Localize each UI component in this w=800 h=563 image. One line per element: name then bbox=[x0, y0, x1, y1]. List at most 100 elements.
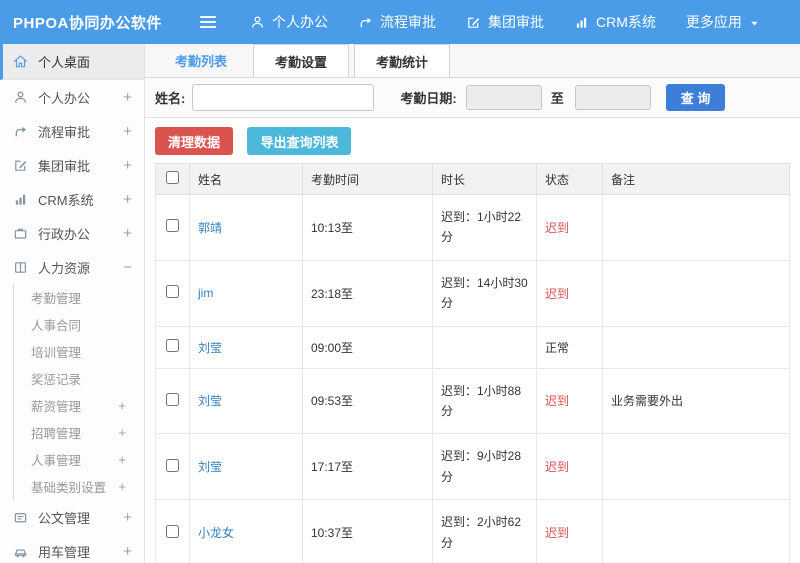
sidebar-item-6[interactable]: 行政办公 + bbox=[0, 216, 144, 250]
table-body: 郭靖 10:13至 迟到：1小时22分 迟到 jim 23:18至 迟到：14小时30分 迟到… bbox=[155, 194, 790, 563]
top-menu-label: 更多应用 bbox=[685, 14, 742, 30]
row-checkbox[interactable] bbox=[166, 339, 179, 353]
employee-name-link[interactable]: jim bbox=[198, 286, 213, 300]
select-all-checkbox[interactable] bbox=[166, 171, 179, 184]
sidebar-subitem-5[interactable]: 薪资管理 + bbox=[14, 392, 144, 419]
row-checkbox[interactable] bbox=[166, 524, 179, 538]
sidebar-item-8[interactable]: 公文管理 + bbox=[0, 500, 144, 534]
duration-cell: 迟到：9小时28分 bbox=[432, 433, 537, 501]
sidebar-item-2[interactable]: 个人办公 + bbox=[0, 80, 144, 114]
attendance-time-cell: 09:00至 bbox=[302, 325, 433, 369]
top-menu-item-2[interactable]: 流程审批 bbox=[358, 12, 436, 32]
sidebar-subitem-3[interactable]: 培训管理 bbox=[14, 338, 144, 365]
app-window: PHPOA协同办公软件 个人办公 流程审批 集团审批 CRM系统 更多应用 个人桌面 个人… bbox=[0, 0, 800, 563]
sidebar-item-7[interactable]: 人力资源 − bbox=[0, 250, 144, 284]
sidebar-subitem-6[interactable]: 招聘管理 + bbox=[14, 419, 144, 446]
user-icon bbox=[250, 15, 265, 30]
top-menu-label: CRM系统 bbox=[596, 14, 656, 30]
attendance-table: 姓名 考勤时间 时长 状态 备注 郭靖 10:13至 迟到：1小时22分 迟到 jim 23:18… bbox=[155, 163, 790, 563]
tab-2[interactable]: 考勤设置 bbox=[253, 44, 350, 77]
app-logo[interactable]: PHPOA协同办公软件 bbox=[0, 12, 188, 33]
table-row: 刘莹 17:17至 迟到：9小时28分 迟到 bbox=[155, 433, 790, 501]
workflow-icon bbox=[13, 124, 29, 139]
note-cell bbox=[602, 325, 790, 369]
expand-toggle-icon[interactable]: + bbox=[118, 479, 126, 494]
expand-toggle-icon[interactable]: + bbox=[118, 425, 126, 440]
row-checkbox[interactable] bbox=[166, 285, 179, 299]
sidebar-subitem-label: 人事合同 bbox=[31, 319, 82, 333]
name-filter-label: 姓名: bbox=[155, 91, 186, 106]
top-menu-label: 个人办公 bbox=[272, 14, 328, 30]
row-checkbox[interactable] bbox=[166, 392, 179, 406]
employee-name-link[interactable]: 刘莹 bbox=[198, 394, 222, 408]
sidebar: 个人桌面 个人办公 + 流程审批 + 集团审批 + CRM系统 + 行政办公 + 人力资源 − 考勤管理人… bbox=[0, 44, 145, 563]
tab-1[interactable]: 考勤列表 bbox=[154, 44, 248, 77]
sidebar-subitem-8[interactable]: 基础类别设置 + bbox=[14, 473, 144, 500]
name-filter-input[interactable] bbox=[192, 84, 375, 111]
sidebar-subitem-4[interactable]: 奖惩记录 bbox=[14, 365, 144, 392]
attendance-time-cell: 23:18至 bbox=[302, 259, 433, 327]
sidebar-item-label: CRM系统 bbox=[38, 192, 94, 208]
employee-name-link[interactable]: 刘莹 bbox=[198, 341, 222, 355]
sidebar-item-1[interactable]: 个人桌面 bbox=[0, 44, 144, 80]
sidebar-item-4[interactable]: 集团审批 + bbox=[0, 148, 144, 182]
top-menu-item-1[interactable]: 个人办公 bbox=[250, 12, 328, 32]
top-menu-item-3[interactable]: 集团审批 bbox=[466, 12, 544, 32]
top-navbar: PHPOA协同办公软件 个人办公 流程审批 集团审批 CRM系统 更多应用 bbox=[0, 0, 800, 44]
export-list-button[interactable]: 导出查询列表 bbox=[247, 127, 352, 155]
duration-cell: 迟到：1小时88分 bbox=[432, 367, 537, 435]
sidebar-item-label: 人力资源 bbox=[38, 260, 91, 276]
table-row: 刘莹 09:00至 正常 bbox=[155, 325, 790, 369]
row-checkbox[interactable] bbox=[166, 219, 179, 233]
sidebar-item-label: 公文管理 bbox=[38, 510, 91, 526]
home-icon bbox=[13, 54, 29, 69]
employee-name-link[interactable]: 刘莹 bbox=[198, 460, 222, 474]
note-cell bbox=[602, 433, 790, 501]
search-button[interactable]: 查 询 bbox=[665, 84, 726, 111]
tab-bar: 考勤列表 考勤设置 考勤统计 bbox=[145, 44, 800, 78]
top-menu-item-4[interactable]: CRM系统 bbox=[574, 12, 656, 32]
expand-toggle-icon[interactable]: + bbox=[118, 398, 126, 413]
expand-toggle-icon[interactable]: + bbox=[123, 509, 132, 526]
date-start-input[interactable] bbox=[465, 85, 542, 110]
attendance-time-cell: 09:53至 bbox=[302, 367, 433, 435]
expand-toggle-icon[interactable]: − bbox=[123, 259, 132, 276]
top-menu-item-5[interactable]: 更多应用 bbox=[686, 12, 760, 32]
sidebar-item-label: 个人桌面 bbox=[38, 55, 91, 70]
expand-toggle-icon[interactable]: + bbox=[123, 225, 132, 242]
expand-toggle-icon[interactable]: + bbox=[123, 157, 132, 174]
table-header-row: 姓名 考勤时间 时长 状态 备注 bbox=[155, 163, 790, 195]
table-row: jim 23:18至 迟到：14小时30分 迟到 bbox=[155, 259, 790, 327]
expand-toggle-icon[interactable]: + bbox=[118, 452, 126, 467]
sidebar-subitem-2[interactable]: 人事合同 bbox=[14, 311, 144, 338]
workflow-icon bbox=[358, 15, 373, 30]
sidebar-subitem-label: 人事管理 bbox=[31, 454, 82, 468]
expand-toggle-icon[interactable]: + bbox=[123, 543, 132, 560]
row-checkbox[interactable] bbox=[166, 458, 179, 472]
menu-toggle-icon[interactable] bbox=[200, 13, 220, 31]
sidebar-subitem-1[interactable]: 考勤管理 bbox=[14, 284, 144, 311]
date-to-label: 至 bbox=[550, 91, 564, 106]
tab-3[interactable]: 考勤统计 bbox=[354, 44, 451, 77]
date-end-input[interactable] bbox=[574, 85, 651, 110]
edit-icon bbox=[466, 15, 481, 30]
chart-icon bbox=[13, 192, 29, 207]
employee-name-link[interactable]: 郭靖 bbox=[198, 221, 222, 235]
employee-name-link[interactable]: 小龙女 bbox=[198, 526, 234, 540]
expand-toggle-icon[interactable]: + bbox=[123, 89, 132, 106]
expand-toggle-icon[interactable]: + bbox=[123, 191, 132, 208]
sidebar-subitem-7[interactable]: 人事管理 + bbox=[14, 446, 144, 473]
top-menu: 个人办公 流程审批 集团审批 CRM系统 更多应用 bbox=[250, 12, 790, 32]
top-menu-label: 集团审批 bbox=[488, 14, 544, 30]
clean-data-button[interactable]: 清理数据 bbox=[155, 127, 234, 155]
sidebar-subitem-label: 考勤管理 bbox=[31, 292, 82, 306]
sidebar-submenu: 考勤管理 人事合同 培训管理 奖惩记录 薪资管理 + 招聘管理 + 人事管理 + 基础类别设置 + bbox=[13, 284, 144, 500]
sidebar-item-9[interactable]: 用车管理 + bbox=[0, 534, 144, 563]
sidebar-item-3[interactable]: 流程审批 + bbox=[0, 114, 144, 148]
sidebar-subitem-label: 招聘管理 bbox=[31, 427, 82, 441]
column-header-2: 考勤时间 bbox=[302, 163, 433, 195]
sidebar-item-5[interactable]: CRM系统 + bbox=[0, 182, 144, 216]
sidebar-subitem-label: 薪资管理 bbox=[31, 400, 82, 414]
duration-cell: 迟到：1小时22分 bbox=[432, 194, 537, 261]
expand-toggle-icon[interactable]: + bbox=[123, 123, 132, 140]
